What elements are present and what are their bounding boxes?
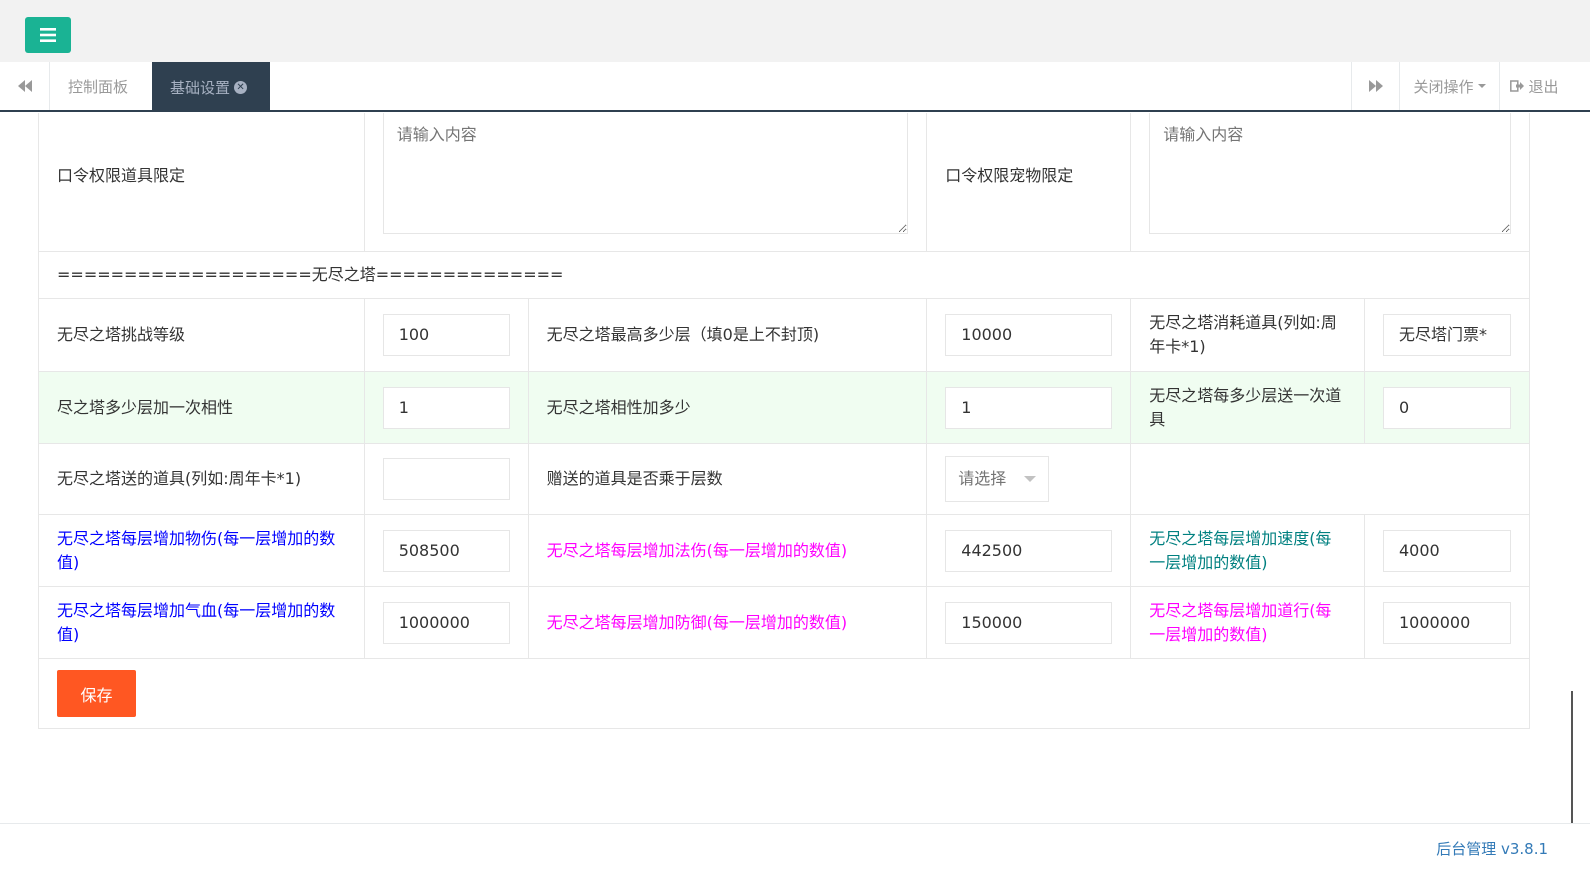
field-label: 无尽之塔消耗道具(列如:周年卡*1) bbox=[1130, 298, 1365, 372]
menu-toggle-button[interactable] bbox=[25, 17, 71, 53]
tab-scroll-left-button[interactable] bbox=[0, 62, 50, 110]
close-circle-icon[interactable]: ✕ bbox=[234, 80, 248, 94]
challenge-level-input[interactable]: 100 bbox=[382, 314, 510, 356]
consume-item-input[interactable]: 无尽塔门票* bbox=[1382, 314, 1511, 356]
field-label: 无尽之塔每多少层送一次道具 bbox=[1130, 371, 1365, 444]
menu-icon bbox=[40, 28, 56, 42]
phys-damage-input[interactable]: 508500 bbox=[382, 529, 510, 572]
logout-button[interactable]: 退出 bbox=[1499, 62, 1569, 110]
field-label: 无尽之塔相性加多少 bbox=[527, 371, 928, 444]
affinity-interval-input[interactable]: 1 bbox=[382, 386, 510, 429]
sign-out-icon bbox=[1510, 80, 1525, 92]
table-row: 无尽之塔每层增加物伤(每一层增加的数值) 508500 无尽之塔每层增加法伤(每… bbox=[38, 514, 1531, 587]
section-row: ===================无尽之塔============== bbox=[38, 251, 1530, 299]
field-label: 无尽之塔每层增加道行(每一层增加的数值) bbox=[1130, 586, 1365, 659]
select-value: 请选择 bbox=[958, 469, 1007, 488]
close-operations-dropdown[interactable]: 关闭操作 bbox=[1399, 62, 1499, 110]
field-label: 无尽之塔每层增加速度(每一层增加的数值) bbox=[1130, 514, 1365, 587]
logout-label: 退出 bbox=[1528, 77, 1559, 96]
max-floor-input[interactable]: 10000 bbox=[945, 314, 1113, 356]
tab-scroll-right-button[interactable] bbox=[1351, 62, 1399, 110]
pet-limit-textarea[interactable] bbox=[1149, 113, 1511, 234]
daoxing-input[interactable]: 1000000 bbox=[1382, 601, 1511, 644]
save-button[interactable]: 保存 bbox=[57, 670, 136, 717]
field-label: 无尽之塔每层增加物伤(每一层增加的数值) bbox=[38, 514, 365, 587]
field-label: 无尽之塔最高多少层（填0是上不封顶) bbox=[527, 298, 928, 372]
table-row: 无尽之塔每层增加气血(每一层增加的数值) 1000000 无尽之塔每层增加防御(… bbox=[38, 586, 1531, 659]
table-row: 无尽之塔挑战等级 100 无尽之塔最高多少层（填0是上不封顶) 10000 无尽… bbox=[38, 298, 1531, 372]
affinity-amount-input[interactable]: 1 bbox=[945, 386, 1113, 429]
field-label: 无尽之塔每层增加法伤(每一层增加的数值) bbox=[527, 514, 928, 587]
settings-form-table: 口令权限道具限定 口令权限宠物限定 ===================无尽之… bbox=[38, 113, 1531, 729]
field-label: 赠送的道具是否乘于层数 bbox=[527, 443, 928, 515]
double-chevron-left-icon bbox=[17, 80, 32, 92]
tab-bar: 控制面板 基础设置 ✕ 关闭操作 退出 bbox=[0, 62, 1590, 112]
field-label: 口令权限道具限定 bbox=[38, 113, 365, 252]
top-bar bbox=[0, 0, 1590, 62]
caret-down-icon bbox=[1024, 476, 1037, 482]
defense-input[interactable]: 150000 bbox=[945, 601, 1113, 644]
double-chevron-right-icon bbox=[1368, 80, 1383, 92]
gift-item-input[interactable] bbox=[382, 458, 510, 500]
field-label: 口令权限宠物限定 bbox=[926, 113, 1132, 252]
main-content: 口令权限道具限定 口令权限宠物限定 ===================无尽之… bbox=[0, 113, 1568, 823]
field-label: 无尽之塔送的道具(列如:周年卡*1) bbox=[38, 443, 365, 515]
empty-cell bbox=[1130, 443, 1530, 515]
hp-input[interactable]: 1000000 bbox=[382, 601, 510, 644]
item-limit-textarea[interactable] bbox=[382, 113, 909, 234]
caret-down-icon bbox=[1477, 84, 1486, 88]
gift-interval-input[interactable]: 0 bbox=[1382, 386, 1511, 429]
speed-input[interactable]: 4000 bbox=[1382, 529, 1511, 572]
field-label: 无尽之塔每层增加气血(每一层增加的数值) bbox=[38, 586, 365, 659]
magic-damage-input[interactable]: 442500 bbox=[945, 529, 1113, 572]
field-label: 无尽之塔挑战等级 bbox=[38, 298, 365, 372]
field-label: 无尽之塔每层增加防御(每一层增加的数值) bbox=[527, 586, 928, 659]
multiply-select[interactable]: 请选择 bbox=[945, 456, 1050, 502]
table-row: 口令权限道具限定 口令权限宠物限定 bbox=[38, 113, 1530, 252]
close-operations-label: 关闭操作 bbox=[1413, 77, 1474, 96]
footer: 后台管理 v3.8.1 bbox=[0, 823, 1590, 875]
scrollbar-thumb[interactable] bbox=[1571, 691, 1573, 823]
field-label: 尽之塔多少层加一次相性 bbox=[38, 371, 365, 444]
table-row: 无尽之塔送的道具(列如:周年卡*1) 赠送的道具是否乘于层数 请选择 bbox=[38, 443, 1530, 515]
page-scrollbar[interactable] bbox=[1568, 113, 1590, 823]
table-row: 保存 bbox=[38, 658, 1530, 729]
tab-label: 控制面板 bbox=[68, 77, 129, 96]
footer-version-text: 后台管理 v3.8.1 bbox=[1436, 840, 1548, 858]
tab-dashboard[interactable]: 控制面板 bbox=[50, 62, 152, 110]
tab-label: 基础设置 bbox=[170, 78, 231, 97]
section-title: ===================无尽之塔============== bbox=[38, 251, 1530, 299]
table-row: 尽之塔多少层加一次相性 1 无尽之塔相性加多少 1 无尽之塔每多少层送一次道具 … bbox=[38, 371, 1531, 444]
tab-basic-settings[interactable]: 基础设置 ✕ bbox=[152, 62, 270, 112]
